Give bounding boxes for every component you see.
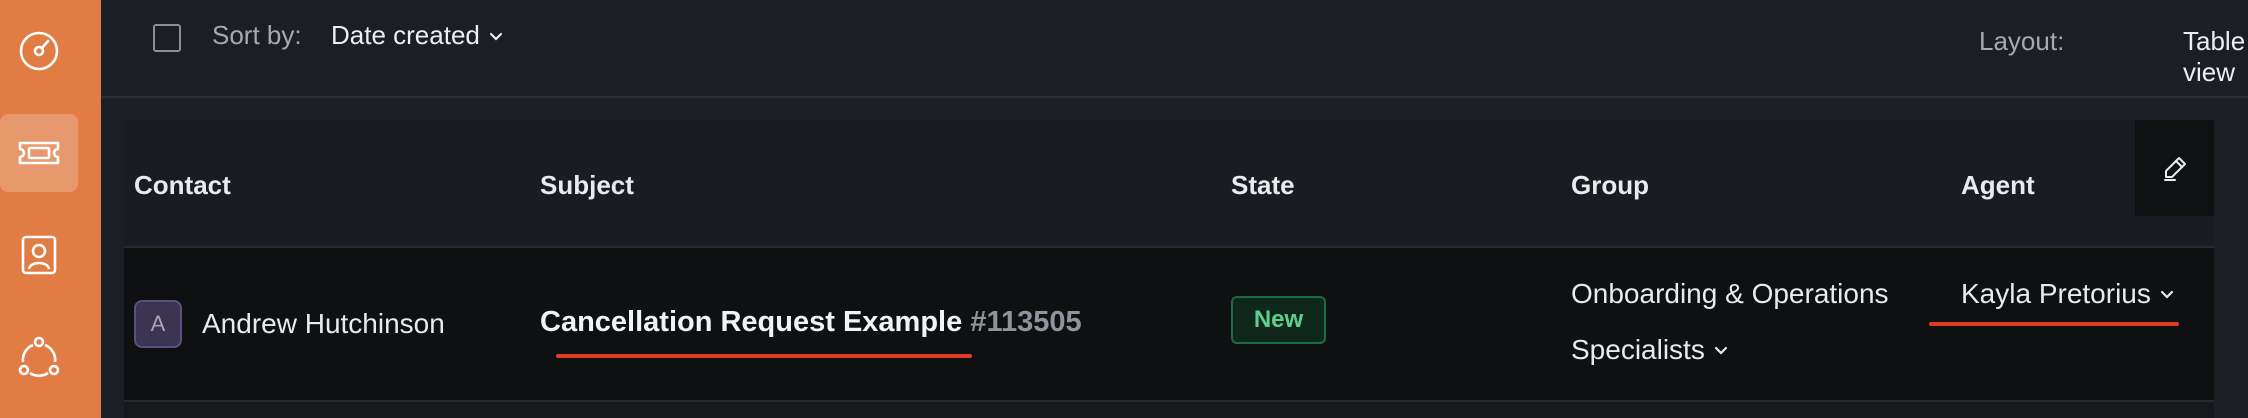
toolbar: Sort by: Date created Layout: Table view — [101, 0, 2248, 98]
column-header-state[interactable]: State — [1231, 170, 1295, 201]
sidebar-item-dashboard[interactable] — [0, 12, 78, 90]
agent-name: Kayla Pretorius — [1961, 278, 2151, 309]
layout-label: Layout: — [1979, 26, 2065, 56]
group-name[interactable]: Onboarding & Operations — [1571, 278, 1889, 310]
tickets-table: Contact Subject State Group Agent A Andr… — [124, 120, 2214, 418]
avatar: A — [134, 300, 182, 348]
table-row[interactable]: A Andrew Hutchinson Cancellation Request… — [124, 248, 2214, 402]
sidebar — [0, 0, 101, 418]
highlight-underline — [556, 354, 972, 358]
column-header-group[interactable]: Group — [1571, 170, 1649, 201]
contact-name[interactable]: Andrew Hutchinson — [202, 308, 445, 340]
chevron-down-icon — [2160, 290, 2173, 299]
column-header-subject[interactable]: Subject — [540, 170, 634, 201]
ticket-icon — [18, 141, 60, 165]
column-header-contact[interactable]: Contact — [134, 170, 231, 201]
sort-label: Sort by: — [212, 20, 302, 50]
table-header: Contact Subject State Group Agent — [124, 120, 2214, 248]
layout-value: Table view — [2183, 26, 2246, 87]
sidebar-item-contacts[interactable] — [0, 216, 78, 294]
edit-columns-button[interactable] — [2135, 120, 2214, 216]
select-all-checkbox[interactable] — [153, 24, 181, 52]
group-dropdown[interactable]: Specialists — [1571, 334, 1729, 366]
sidebar-item-tickets[interactable] — [0, 114, 78, 192]
highlight-underline — [1929, 322, 2179, 326]
contact-card-icon — [21, 235, 57, 275]
agent-dropdown[interactable]: Kayla Pretorius — [1961, 278, 2175, 310]
subject-title: Cancellation Request Example — [540, 306, 963, 338]
sort-value: Date created — [331, 20, 480, 50]
sidebar-item-network[interactable] — [0, 318, 78, 396]
pencil-icon — [2163, 157, 2186, 181]
ticket-subject[interactable]: Cancellation Request Example #113505 — [540, 306, 1082, 339]
dashboard-icon — [19, 31, 59, 71]
group-name-continued: Specialists — [1571, 334, 1705, 365]
state-badge: New — [1231, 296, 1326, 344]
chevron-down-icon — [1714, 346, 1727, 355]
chevron-down-icon — [489, 32, 502, 41]
column-header-agent[interactable]: Agent — [1961, 170, 2035, 201]
layout-dropdown[interactable]: Table view — [2183, 26, 2248, 88]
network-icon — [18, 336, 60, 378]
sort-dropdown[interactable]: Date created — [331, 20, 504, 51]
ticket-number: #113505 — [970, 306, 1082, 338]
